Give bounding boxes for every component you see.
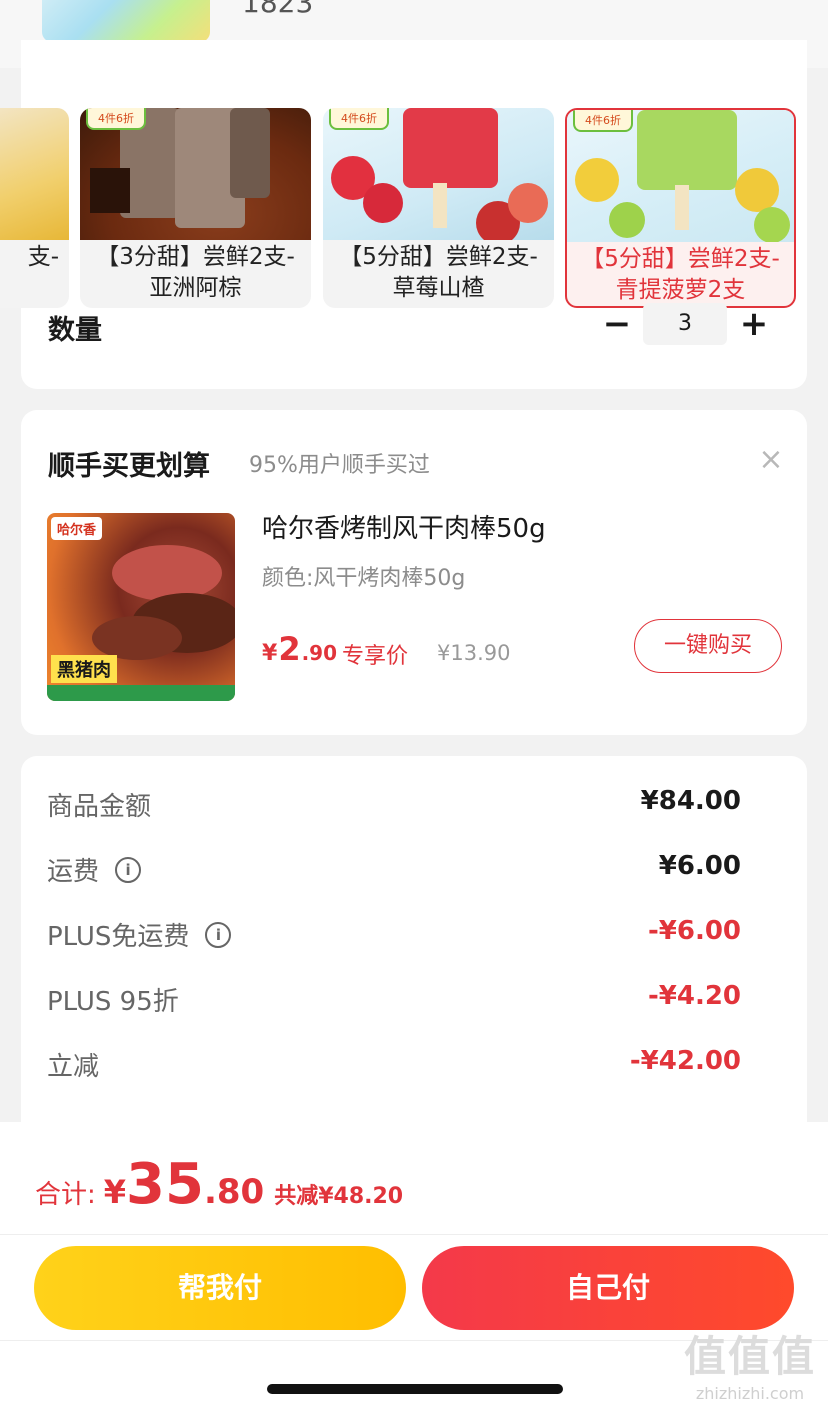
summary-label: PLUS免运费 i: [47, 916, 232, 953]
pay-myself-button[interactable]: 自己付: [422, 1246, 794, 1330]
upsell-product-spec: 颜色:风干烤肉棒50g: [262, 566, 466, 591]
total-label: 合计:: [35, 1180, 96, 1210]
summary-label: 立减: [47, 1052, 100, 1082]
summary-row-subtotal: 商品金额 ¥84.00: [21, 786, 807, 826]
info-icon[interactable]: i: [205, 921, 232, 948]
product-number: 1823: [242, 0, 314, 19]
one-click-buy-button[interactable]: 一键购买: [634, 619, 782, 673]
help-me-pay-button[interactable]: 帮我付: [34, 1246, 406, 1330]
variant-option-strawberry-hawthorn[interactable]: 4件6折 【5分甜】尝鲜2支- 草莓山楂: [323, 108, 554, 308]
upsell-title: 顺手买更划算: [48, 451, 210, 482]
product-badge: 黑猪肉: [51, 655, 117, 683]
variant-image: 4件6折: [323, 108, 554, 240]
variant-label: 【5分甜】尝鲜2支- 青提菠萝2支: [581, 246, 780, 303]
exclusive-price-label: 专享价: [342, 644, 409, 669]
summary-label: 商品金额: [47, 792, 152, 822]
divider: [0, 1234, 828, 1235]
variant-option-asian-palm[interactable]: 4件6折 【3分甜】尝鲜2支- 亚洲阿棕: [80, 108, 311, 308]
upsell-product-name[interactable]: 哈尔香烤制风干肉棒50g: [262, 508, 546, 545]
summary-row-shipping: 运费 i ¥6.00: [21, 851, 807, 891]
checkout-bar: 合计: ¥ 35 .80 共减¥48.20 帮我付 自己付 值值值 zhizhi…: [0, 1122, 828, 1413]
summary-label: 运费 i: [47, 851, 142, 888]
variant-option-green-grape-pineapple[interactable]: 4件6折 【5分甜】尝鲜2支- 青提菠萝2支: [565, 108, 796, 308]
home-indicator[interactable]: [267, 1384, 563, 1394]
product-image-strip: [47, 685, 235, 701]
variant-option-partial[interactable]: 支-: [0, 108, 69, 308]
summary-row-instant-discount: 立减 -¥42.00: [21, 1046, 807, 1086]
summary-value: -¥4.20: [647, 981, 741, 1011]
variant-image: 4件6折: [80, 108, 311, 240]
discount-tag: 4件6折: [573, 110, 633, 132]
total-integer: 35: [126, 1152, 204, 1217]
order-total: 合计: ¥ 35 .80 共减¥48.20: [35, 1152, 403, 1217]
upsell-card: 顺手买更划算 95%用户顺手买过 × 哈尔香 黑猪肉 哈尔香烤制风干肉棒50g …: [21, 410, 807, 735]
close-icon[interactable]: ×: [757, 445, 785, 475]
summary-row-plus-discount: PLUS 95折 -¥4.20: [21, 981, 807, 1021]
variant-label: 支-: [27, 244, 59, 270]
product-thumbnail: [42, 0, 210, 42]
discount-tag: 4件6折: [329, 108, 389, 130]
original-price: ¥13.90: [437, 641, 511, 665]
summary-row-plus-free-shipping: PLUS免运费 i -¥6.00: [21, 916, 807, 956]
summary-value: ¥6.00: [658, 851, 741, 881]
quantity-label: 数量: [48, 315, 102, 346]
sku-card: 支- 4件6折 【3分甜】尝鲜2支- 亚洲阿棕 4件6折 【5分甜】尝鲜2支- …: [0, 40, 807, 389]
upsell-subtitle: 95%用户顺手买过: [249, 453, 430, 478]
variant-image: 4件6折: [567, 110, 794, 242]
summary-value: ¥84.00: [640, 786, 741, 816]
discount-tag: 4件6折: [86, 108, 146, 130]
summary-value: -¥6.00: [647, 916, 741, 946]
variant-label: 【3分甜】尝鲜2支- 亚洲阿棕: [96, 244, 295, 301]
upsell-product-image[interactable]: 哈尔香 黑猪肉: [47, 513, 235, 701]
quantity-increase-button[interactable]: +: [738, 304, 770, 344]
brand-logo: 哈尔香: [51, 517, 103, 540]
info-icon[interactable]: i: [115, 856, 142, 883]
total-currency: ¥: [103, 1173, 127, 1211]
upsell-product-price: ¥ 2 .90: [262, 630, 338, 668]
total-decimal: .80: [203, 1172, 265, 1212]
watermark: 值值值 zhizhizhi.com: [683, 1332, 816, 1403]
quantity-input[interactable]: 3: [643, 303, 727, 345]
variant-image: [0, 108, 69, 240]
summary-value: -¥42.00: [629, 1046, 741, 1076]
summary-label: PLUS 95折: [47, 987, 179, 1017]
quantity-decrease-button[interactable]: −: [601, 304, 633, 344]
variant-label: 【5分甜】尝鲜2支- 草莓山楂: [339, 244, 538, 301]
total-savings: 共减¥48.20: [274, 1184, 404, 1209]
